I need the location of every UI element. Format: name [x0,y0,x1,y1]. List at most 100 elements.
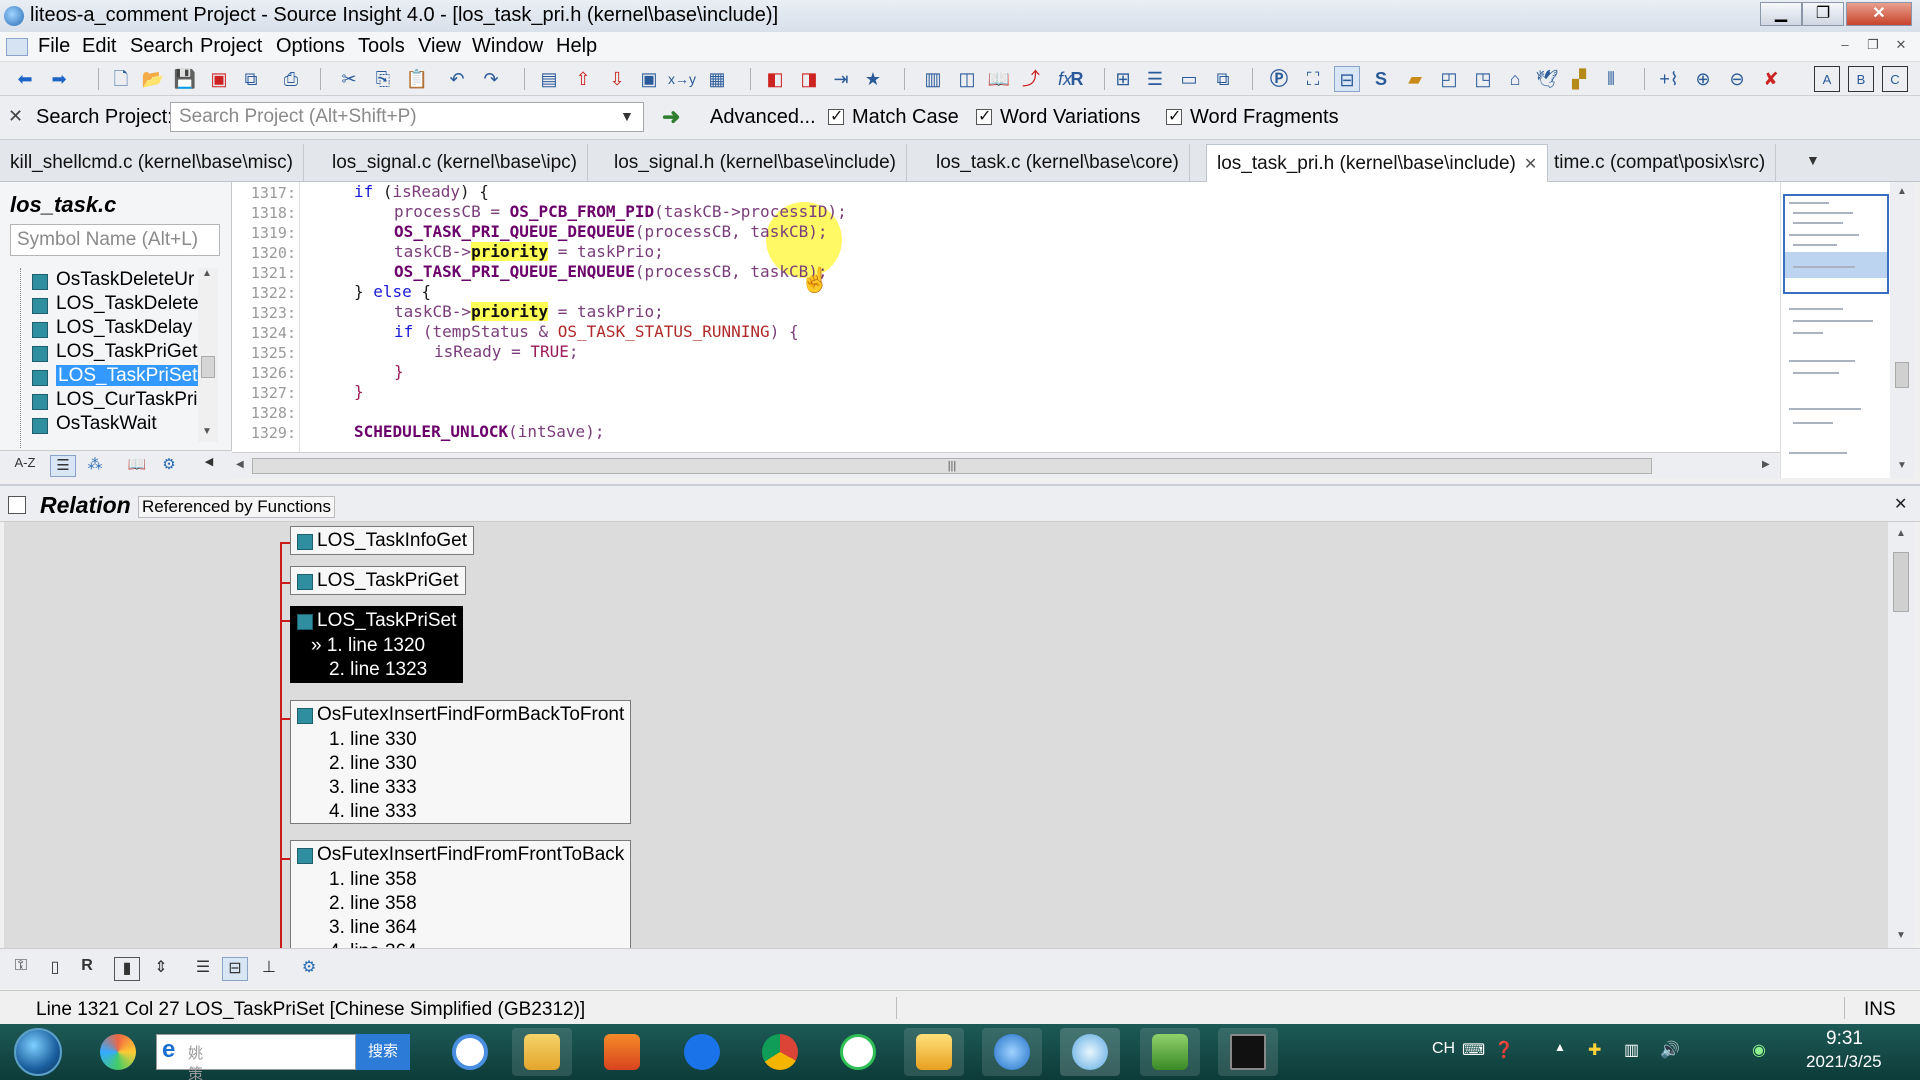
advanced-button[interactable]: Advanced... [710,106,816,129]
relation-node-selected[interactable]: LOS_TaskPriSet » 1. line 1320 2. line 13… [290,606,464,683]
text-b-icon[interactable]: B [1848,66,1874,92]
scroll-thumb[interactable] [201,356,215,378]
relation-reference[interactable]: 3. line 364 [291,916,630,940]
relation-reference[interactable]: 1. line 358 [291,868,630,892]
code-line-1320[interactable]: taskCB->priority = taskPrio; [394,242,664,261]
relation-reference[interactable]: » 1. line 1320 [291,634,462,658]
horizontal-graph-icon[interactable]: ⊟ [222,957,248,981]
outline-view-icon[interactable]: ☰ [190,957,216,981]
code-line-1317[interactable]: if (isReady) { [354,182,489,201]
volume-icon[interactable]: 🔊 [1660,1040,1680,1060]
pinned-app[interactable] [672,1028,732,1076]
relation-r-icon[interactable]: R [1064,66,1090,92]
bookmark-icon[interactable]: ★ [860,66,886,92]
symbol-item[interactable]: OsTaskWait [10,412,206,436]
mdi-restore-icon[interactable]: ❐ [1862,37,1884,55]
relation-reference[interactable]: 4. line 333 [291,800,630,824]
back-arrow-icon[interactable]: ⬅ [12,66,38,92]
menu-help[interactable]: Help [556,35,597,58]
scroll-right-icon[interactable]: ▶ [1762,459,1770,470]
search-forward-icon[interactable]: ⇩ [604,66,630,92]
bird-icon[interactable]: 🕊 [1534,66,1560,92]
browse-icon[interactable]: ⌂ [1502,66,1528,92]
taskbar-search-box[interactable] [156,1034,356,1070]
relation-node[interactable]: OsFutexInsertFindFromFrontToBack 1. line… [290,840,632,948]
input-language-indicator[interactable]: CH [1432,1040,1455,1058]
close-relation-icon[interactable]: ✕ [1894,494,1907,514]
checkbox-checked-icon[interactable] [1166,106,1182,126]
menu-window[interactable]: Window [472,35,543,58]
maximize-button[interactable]: ❐ [1802,2,1844,26]
symbol-item[interactable]: LOS_TaskDelay [10,316,206,340]
code-line-1319[interactable]: OS_TASK_PRI_QUEUE_DEQUEUE(processCB, tas… [394,222,827,241]
word-fragments-checkbox[interactable]: Word Fragments [1166,106,1339,129]
symbol-item[interactable]: OsTaskDeleteUr [10,268,206,292]
tab-kill-shellcmd[interactable]: kill_shellcmd.c (kernel\base\misc) [0,144,304,182]
copy-icon[interactable]: ⎘ [370,66,396,92]
columns-icon[interactable]: ⫴ [1598,66,1624,92]
bookmark-next-icon[interactable]: ◨ [796,66,822,92]
code-line-1327[interactable]: } [354,382,364,401]
search-files-icon[interactable]: ▣ [636,66,662,92]
open-folder-icon[interactable]: 📂 [140,66,166,92]
show-hidden-icons-icon[interactable]: ▲ [1554,1040,1566,1054]
scroll-down-icon[interactable]: ▼ [1897,460,1907,471]
scroll-up-icon[interactable]: ▲ [1897,186,1907,197]
layout-grid-icon[interactable]: ⊞ [1110,66,1136,92]
clock-date[interactable]: 2021/3/25 [1806,1052,1882,1072]
search-project-input[interactable] [170,102,644,132]
tab-list-chevron-icon[interactable]: ▼ [1806,152,1820,168]
symbol-item-selected[interactable]: LOS_TaskPriSet [10,364,206,388]
gear-icon[interactable]: ⚙ [156,455,182,477]
menu-file[interactable]: File [38,35,70,58]
category-icon[interactable]: ⁂ [82,455,108,477]
delete-icon[interactable]: ✘ [1758,66,1784,92]
relation-reference[interactable]: 2. line 330 [291,752,630,776]
scroll-up-icon[interactable]: ▲ [202,268,212,279]
list-view-icon[interactable]: ☰ [50,455,76,477]
lock-view-icon[interactable]: ▮ [114,957,140,981]
menu-edit[interactable]: Edit [82,35,116,58]
symbol-item[interactable]: LOS_TaskPriGet [10,340,206,364]
text-a-icon[interactable]: A [1814,66,1840,92]
relation-icon[interactable] [8,496,26,514]
jump-to-definition-icon[interactable]: ◫ [954,66,980,92]
relation-window-icon[interactable]: ⊟ [1334,66,1360,92]
code-line-1324[interactable]: if (tempStatus & OS_TASK_STATUS_RUNNING)… [394,322,799,341]
mdi-minimize-icon[interactable]: – [1834,37,1856,55]
mdi-close-icon[interactable]: ✕ [1890,37,1912,55]
relation-node[interactable]: LOS_TaskPriGet [290,566,466,595]
book-icon[interactable]: 📖 [124,455,150,477]
pinned-app[interactable] [904,1028,964,1076]
tab-los-task-pri-h[interactable]: los_task_pri.h (kernel\base\include) ✕ [1206,144,1549,182]
text-c-icon[interactable]: C [1882,66,1908,92]
save-icon[interactable]: 💾 [172,66,198,92]
clipboard-tray-icon[interactable]: ▥ [1624,1040,1639,1060]
network-tray-icon[interactable]: ◉ [1752,1040,1766,1060]
source-insight-app-icon[interactable] [4,6,24,26]
tab-time-c[interactable]: time.c (compat\posix\src) [1544,144,1777,182]
redo-icon[interactable]: ↷ [478,66,504,92]
layout-horizontal-icon[interactable]: ☰ [1142,66,1168,92]
relation-properties-icon[interactable]: ▯ [42,957,68,981]
project-tree-icon[interactable]: ▰ [1402,66,1428,92]
relation-node[interactable]: LOS_TaskInfoGet [290,526,474,555]
scroll-up-icon[interactable]: ▲ [1896,528,1906,539]
security-tray-icon[interactable]: ✚ [1588,1040,1601,1060]
project-icon[interactable]: Ⓟ [1266,66,1292,92]
checkbox-checked-icon[interactable] [828,106,844,126]
find-icon[interactable]: ▤ [536,66,562,92]
cut-icon[interactable]: ✂ [336,66,362,92]
layout-split-icon[interactable]: ▭ [1176,66,1202,92]
pinned-app[interactable] [88,1028,148,1076]
relation-graph[interactable]: LOS_TaskInfoGet LOS_TaskPriGet LOS_TaskP… [4,522,1888,948]
pinned-app[interactable] [512,1028,572,1076]
taskbar-search-button[interactable]: 搜索 [356,1034,410,1070]
undo-icon[interactable]: ↶ [444,66,470,92]
scroll-left-icon[interactable]: ◀ [236,459,244,470]
scroll-down-icon[interactable]: ▼ [202,426,212,437]
bookmark-prev-icon[interactable]: ◧ [762,66,788,92]
book-icon[interactable]: 📖 [986,66,1012,92]
panel-window-icon[interactable]: ⛶ [1300,66,1326,92]
replace-icon[interactable]: x→y [668,66,696,92]
